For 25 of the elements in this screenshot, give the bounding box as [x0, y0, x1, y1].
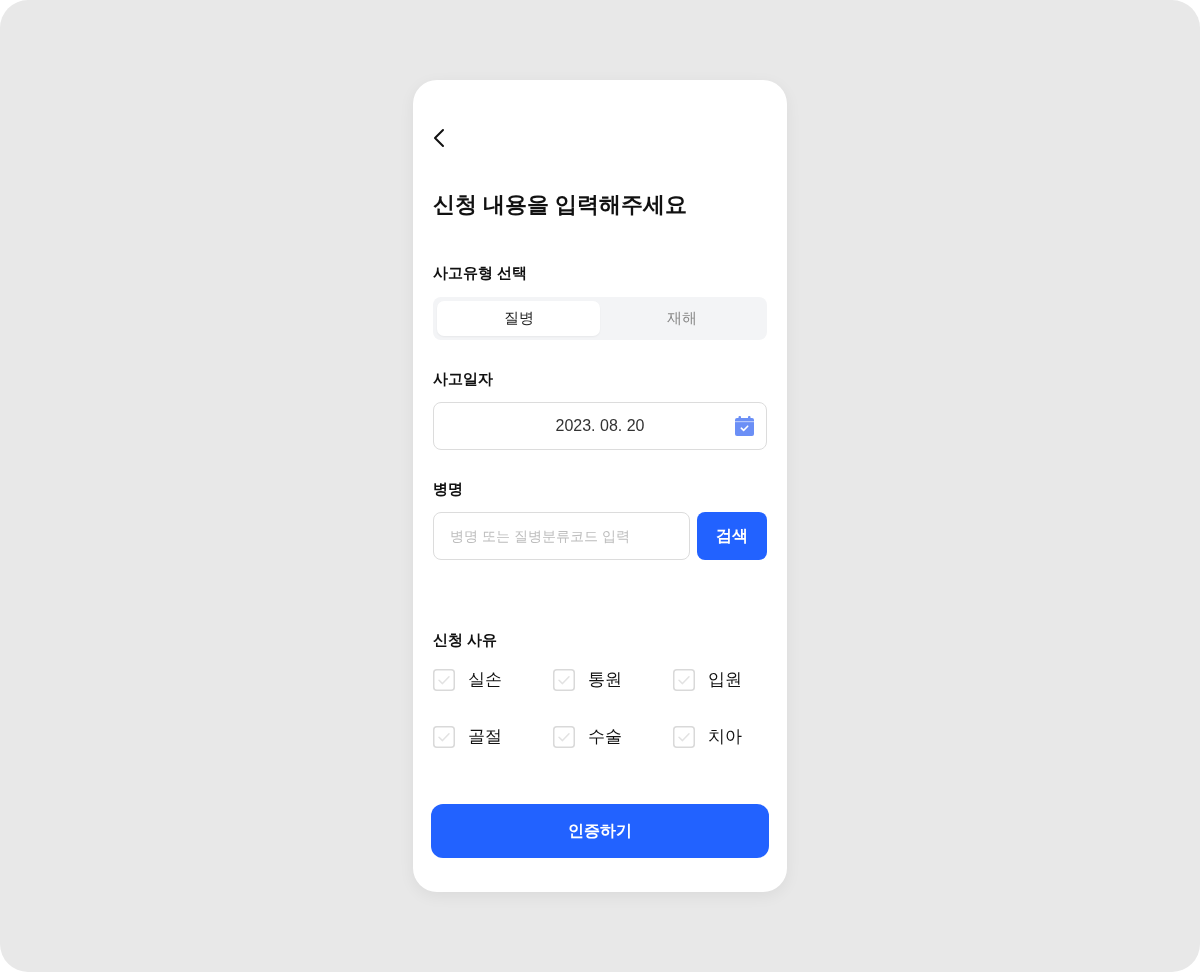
section-label: 신청 사유 [433, 630, 498, 650]
segment-tab[interactable]: 재해 [600, 301, 763, 336]
checkbox[interactable] [673, 726, 695, 748]
segment-tab[interactable]: 질병 [437, 301, 600, 336]
back-icon[interactable] [433, 128, 445, 148]
checkbox-label: 골절 [468, 726, 502, 748]
page-title: 신청 내용을 입력해주세요 [433, 191, 688, 219]
checkbox[interactable] [553, 726, 575, 748]
search-button[interactable]: 검색 [697, 512, 767, 560]
checkbox-label: 수술 [588, 726, 622, 748]
checkbox[interactable] [673, 669, 695, 691]
checkbox-label: 입원 [708, 669, 742, 691]
checkbox[interactable] [553, 669, 575, 691]
section-label: 사고유형 선택 [433, 263, 528, 283]
calendar-icon[interactable] [735, 416, 754, 436]
section-label: 병명 [433, 479, 463, 499]
checkbox[interactable] [433, 669, 455, 691]
disease-search-field[interactable]: 병명 또는 질병분류코드 입력 [433, 512, 690, 560]
verify-button[interactable]: 인증하기 [431, 804, 769, 858]
date-field[interactable]: 2023. 08. 20 [433, 402, 767, 450]
checkbox[interactable] [433, 726, 455, 748]
checkbox-label: 치아 [708, 726, 742, 748]
section-label: 사고일자 [433, 369, 493, 389]
checkbox-label: 실손 [468, 669, 502, 691]
checkbox-label: 통원 [588, 669, 622, 691]
